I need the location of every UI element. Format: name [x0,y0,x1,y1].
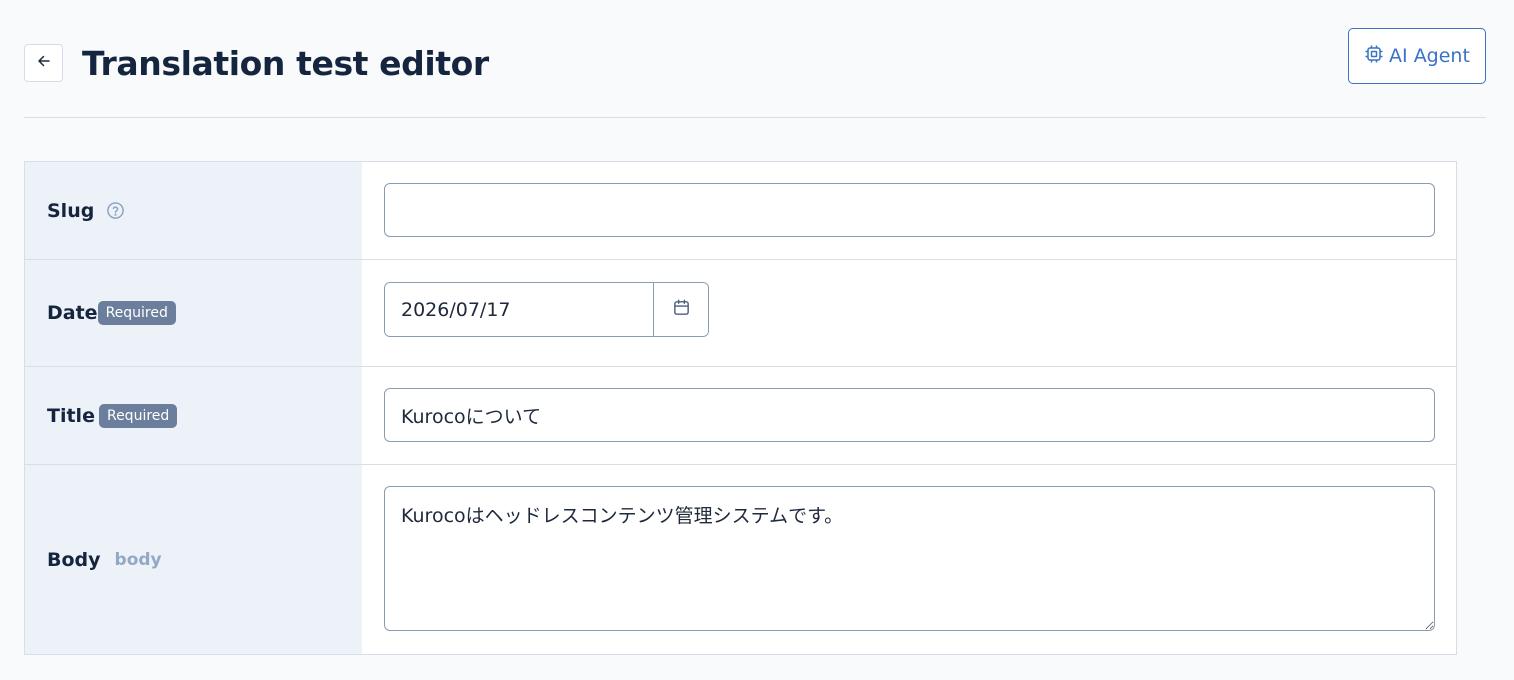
required-badge: Required [98,403,178,428]
slug-input[interactable] [384,183,1435,237]
body-textarea[interactable]: Kurocoはヘッドレスコンテンツ管理システムです。 [384,486,1435,631]
slug-label: Slug [47,199,95,222]
title-input[interactable] [384,388,1435,442]
back-button[interactable] [24,44,63,82]
label-cell-body: Body body [25,465,362,654]
body-key-hint: body [114,549,162,570]
form-row-body: Body body Kurocoはヘッドレスコンテンツ管理システムです。 [25,465,1456,654]
form-row-slug: Slug [25,162,1456,260]
form-row-title: Title Required [25,367,1456,465]
chip-icon [1364,44,1384,69]
form-row-date: Date Required [25,260,1456,367]
required-badge: Required [97,301,176,325]
input-cell-body: Kurocoはヘッドレスコンテンツ管理システムです。 [362,465,1456,654]
input-cell-title [362,367,1456,464]
body-label: Body [47,548,101,571]
ai-agent-button[interactable]: AI Agent [1348,28,1486,84]
date-picker [384,282,709,337]
editor-form: Slug Date Required 2026/07/17 Title Requ… [24,161,1457,655]
calendar-button[interactable] [653,283,708,336]
input-cell-slug [362,162,1456,259]
date-label: Date [47,302,98,324]
label-cell-slug: Slug [25,162,362,259]
page-title: Translation test editor [82,44,489,83]
question-circle-icon[interactable] [106,201,125,220]
label-cell-date: Date Required [25,260,362,366]
ai-agent-label: AI Agent [1389,45,1470,67]
calendar-icon [672,298,691,321]
input-cell-date [362,260,1456,366]
label-cell-title: Title Required [25,367,362,464]
arrow-left-icon [36,53,52,73]
header-divider [24,117,1486,118]
date-input[interactable] [385,283,653,336]
title-label: Title [47,404,95,427]
